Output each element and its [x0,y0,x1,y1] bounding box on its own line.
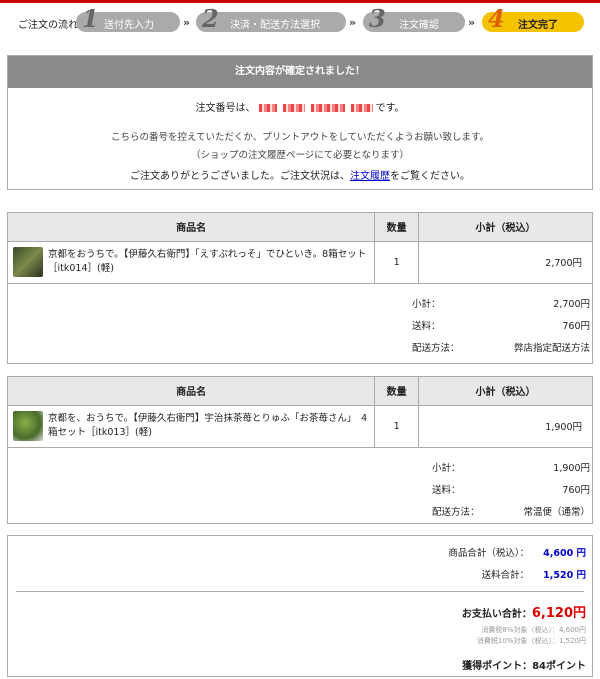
product-thumbnail[interactable] [13,247,43,277]
step-arrow: » [468,16,476,29]
summary-shipping-value: 760円 [562,484,590,496]
table-row: 京都を、おうちで。【伊藤久右衛門】宇治抹茶苺とりゅふ「お茶苺さん」 4箱セット［… [8,404,592,448]
step-3: 3 注文確認 [363,4,465,33]
order-block-1: 商品名 数量 小計（税込） 京都をおうちで。【伊藤久右衛門】「えすぷれっそ」でひ… [7,212,593,364]
step-number: 3 [369,4,386,33]
subtotal-cell: 1,900円 [418,404,592,448]
step-number: 1 [82,4,99,33]
step-2: 2 決済・配送方法選択 [196,4,346,33]
thanks-suffix: をご覧ください。 [390,171,470,182]
order-summary: 小計： 2,700円 送料： 760円 配送方法： 弊店指定配送方法 [8,284,592,364]
quantity-cell: 1 [374,240,420,284]
redacted-order-number [350,104,373,112]
summary-subtotal-value: 2,700円 [553,298,590,310]
order-number-prefix: 注文番号は、 [195,103,256,114]
confirmation-heading: 注文内容が確定されました！ [8,56,592,88]
product-cell: 京都を、おうちで。【伊藤久右衛門】宇治抹茶苺とりゅふ「お茶苺さん」 4箱セット［… [8,404,376,448]
col-product-name: 商品名 [8,213,376,242]
col-quantity: 数量 [374,213,420,242]
payment-total-value: 6,120円 [531,606,586,621]
summary-shipping-label: 送料： [432,484,461,496]
totals-box: 商品合計（税込）： 4,600 円 送料合計： 1,520 円 お支払い合計：6,1… [7,535,593,677]
summary-shipping-value: 760円 [562,320,590,332]
tax-10-line: 消費税10%対象（税込）：1,520円 [476,637,586,645]
payment-total-label: お支払い合計： [461,609,532,620]
product-cell: 京都をおうちで。【伊藤久右衛門】「えすぷれっそ」でひといき。8箱セット［itk0… [8,240,376,284]
col-subtotal: 小計（税込） [418,213,592,242]
col-product-name: 商品名 [8,377,376,406]
summary-method-value: 常温便（通常） [523,506,590,518]
shipping-total-line: 送料合計： 1,520 円 [482,567,586,581]
col-subtotal: 小計（税込） [418,377,592,406]
table-row: 京都をおうちで。【伊藤久右衛門】「えすぷれっそ」でひといき。8箱セット［itk0… [8,240,592,284]
payment-total-line: お支払い合計：6,120円 [462,602,586,621]
product-thumbnail[interactable] [13,411,43,441]
step-label: 注文完了 [518,20,558,31]
summary-method-label: 配送方法： [412,342,460,354]
order-history-link[interactable]: 注文履歴 [350,171,390,182]
step-4-active: 4 注文完了 [482,4,584,33]
summary-subtotal-label: 小計： [412,298,441,310]
goods-total-line: 商品合計（税込）： 4,600 円 [448,545,586,559]
table-header-row: 商品名 数量 小計（税込） [8,377,592,406]
step-1: 1 送付先入力 [76,4,180,33]
subtotal-cell: 2,700円 [418,240,592,284]
order-block-2: 商品名 数量 小計（税込） 京都を、おうちで。【伊藤久右衛門】宇治抹茶苺とりゅふ… [7,376,593,524]
redacted-order-number [282,104,305,112]
product-name[interactable]: 京都を、おうちで。【伊藤久右衛門】宇治抹茶苺とりゅふ「お茶苺さん」 4箱セット［… [48,412,374,440]
product-name[interactable]: 京都をおうちで。【伊藤久右衛門】「えすぷれっそ」でひといき。8箱セット［itk0… [48,248,374,276]
step-label: 送付先入力 [104,20,154,31]
step-arrow: » [349,16,357,29]
step-label: 決済・配送方法選択 [230,20,320,31]
summary-subtotal-value: 1,900円 [553,462,590,474]
order-steps: ご注文の流れ： 1 送付先入力 » 2 決済・配送方法選択 » 3 注文確認 »… [18,4,593,36]
order-number-suffix: です。 [375,103,405,114]
thanks-line: ご注文ありがとうございました。ご注文状況は、注文履歴をご覧ください。 [8,167,592,182]
col-quantity: 数量 [374,377,420,406]
order-number-line: 注文番号は、 です。 [8,99,592,114]
step-arrow: » [183,16,191,29]
order-table: 商品名 数量 小計（税込） 京都をおうちで。【伊藤久右衛門】「えすぷれっそ」でひ… [8,213,592,284]
step-number: 4 [488,4,505,33]
order-summary: 小計： 1,900円 送料： 760円 配送方法： 常温便（通常） [8,448,592,528]
summary-shipping-label: 送料： [412,320,441,332]
quantity-cell: 1 [374,404,420,448]
shipping-total-value: 1,520 円 [543,570,586,581]
shipping-total-label: 送料合計： [481,570,530,581]
table-header-row: 商品名 数量 小計（税込） [8,213,592,242]
earned-points: 獲得ポイント：84ポイント [462,661,586,672]
redacted-order-number [310,104,345,112]
step-label: 注文確認 [399,20,439,31]
redacted-order-number [258,104,277,112]
save-number-note: こちらの番号を控えていただくか、プリントアウトをしていただくようお願い致します。 [110,132,490,143]
tax-8-line: 消費税8%対象（税込）：4,600円 [481,626,586,634]
summary-subtotal-label: 小計： [432,462,461,474]
summary-method-label: 配送方法： [432,506,480,518]
order-confirmation-box: 注文内容が確定されました！ 注文番号は、 です。 こちらの番号を控えていただくか、… [7,55,593,190]
summary-method-value: 弊店指定配送方法 [513,342,590,354]
thanks-prefix: ご注文ありがとうございました。ご注文状況は、 [130,171,350,182]
order-table: 商品名 数量 小計（税込） 京都を、おうちで。【伊藤久右衛門】宇治抹茶苺とりゅふ… [8,377,592,448]
totals-divider [16,591,584,592]
step-number: 2 [202,4,219,33]
goods-total-value: 4,600 円 [543,548,586,559]
goods-total-label: 商品合計（税込）： [448,548,530,559]
history-note: （ショップの注文履歴ページにて必要となります） [190,150,410,161]
top-accent-bar [0,0,600,3]
